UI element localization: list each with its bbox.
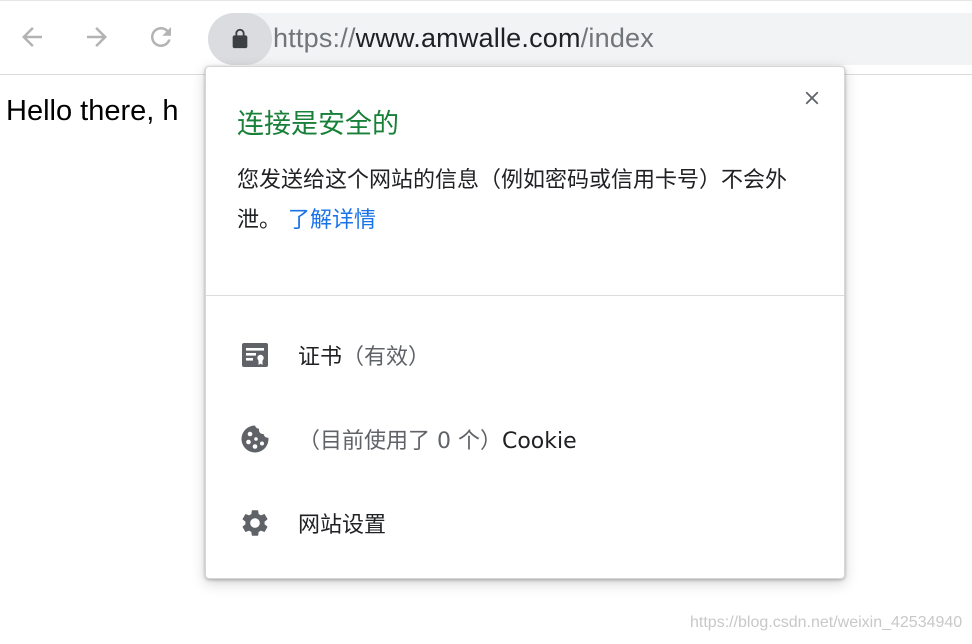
back-arrow-icon	[22, 27, 42, 47]
url-text[interactable]: https://www.amwalle.com/index	[273, 23, 654, 54]
watermark: https://blog.csdn.net/weixin_42534940	[690, 614, 963, 631]
reload-icon	[151, 27, 171, 47]
cookies-row[interactable]: （目前使用了 0 个）Cookie	[206, 404, 844, 474]
certificate-icon	[239, 339, 271, 371]
site-info-button[interactable]	[208, 13, 272, 65]
address-bar[interactable]: https://www.amwalle.com/index	[208, 13, 972, 65]
url-host: www.amwalle.com	[355, 23, 581, 53]
divider	[206, 295, 844, 296]
learn-more-link[interactable]: 了解详情	[288, 208, 376, 233]
cookie-icon	[239, 423, 271, 455]
lock-icon	[232, 28, 248, 49]
reload-button[interactable]	[143, 19, 179, 55]
site-settings-label: 网站设置	[298, 513, 387, 538]
forward-button[interactable]	[79, 19, 115, 55]
cookies-text: Cookie	[501, 429, 577, 454]
back-button[interactable]	[14, 19, 50, 55]
site-settings-row[interactable]: 网站设置	[206, 488, 844, 558]
certificate-label: 证书（有效）	[298, 339, 430, 371]
connection-secure-title: 连接是安全的	[237, 109, 399, 140]
browser-window: https://www.amwalle.com/index Hello ther…	[0, 0, 972, 644]
certificate-row[interactable]: 证书（有效）	[206, 320, 844, 390]
certificate-text: 证书	[298, 345, 343, 370]
forward-arrow-icon	[87, 27, 107, 47]
cookies-label: （目前使用了 0 个）Cookie	[298, 423, 577, 455]
browser-toolbar: https://www.amwalle.com/index	[0, 0, 972, 75]
url-scheme: https://	[273, 23, 356, 53]
certificate-status: （有效）	[342, 345, 431, 370]
connection-description: 您发送给这个网站的信息（例如密码或信用卡号）不会外泄。 了解详情	[237, 161, 817, 241]
close-icon	[805, 91, 819, 105]
close-button[interactable]	[796, 82, 828, 114]
url-path: /index	[580, 23, 654, 53]
cookies-count: （目前使用了 0 个）	[298, 429, 502, 454]
gear-icon	[239, 507, 271, 539]
page-body-text: Hello there, h	[6, 95, 179, 127]
site-info-popup: 连接是安全的 您发送给这个网站的信息（例如密码或信用卡号）不会外泄。 了解详情 …	[205, 66, 845, 579]
